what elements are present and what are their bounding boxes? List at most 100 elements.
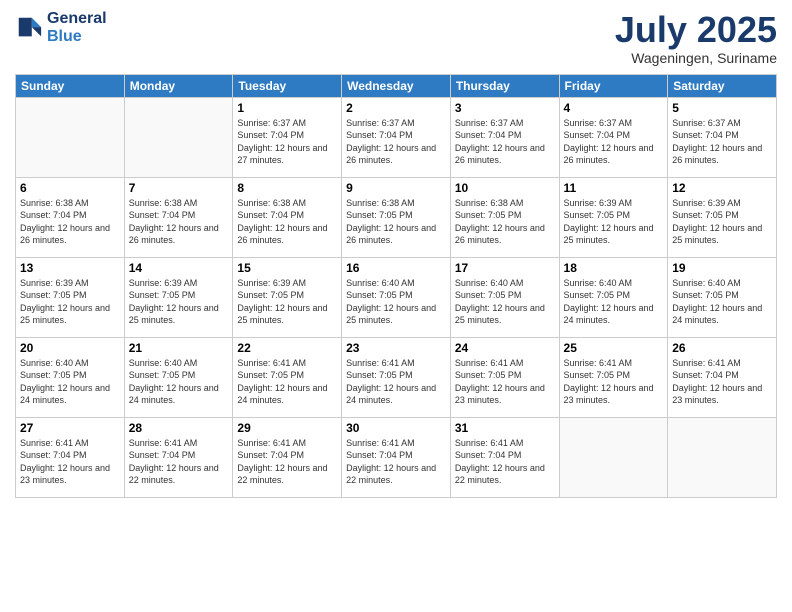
sunrise-text: Sunrise: 6:41 AM [237, 357, 337, 370]
calendar-cell: 31Sunrise: 6:41 AMSunset: 7:04 PMDayligh… [450, 417, 559, 497]
day-info: Sunrise: 6:40 AMSunset: 7:05 PMDaylight:… [129, 357, 229, 407]
day-number: 23 [346, 341, 446, 355]
calendar-cell: 2 Sunrise: 6:37 AMSunset: 7:04 PMDaylight… [342, 97, 451, 177]
calendar-cell: 10Sunrise: 6:38 AMSunset: 7:05 PMDayligh… [450, 177, 559, 257]
day-info: Sunrise: 6:39 AMSunset: 7:05 PMDaylight:… [237, 277, 337, 327]
calendar-cell: 8 Sunrise: 6:38 AMSunset: 7:04 PMDaylight… [233, 177, 342, 257]
sunset-text: Sunset: 7:04 PM [672, 369, 772, 382]
sunrise-text: Sunrise: 6:40 AM [672, 277, 772, 290]
day-info: Sunrise: 6:41 AMSunset: 7:04 PMDaylight:… [237, 437, 337, 487]
sunset-text: Sunset: 7:05 PM [20, 369, 120, 382]
day-number: 30 [346, 421, 446, 435]
calendar-cell: 24Sunrise: 6:41 AMSunset: 7:05 PMDayligh… [450, 337, 559, 417]
sunrise-text: Sunrise: 6:41 AM [564, 357, 664, 370]
header-wednesday: Wednesday [342, 74, 451, 97]
sunset-text: Sunset: 7:05 PM [237, 369, 337, 382]
day-number: 21 [129, 341, 229, 355]
day-number: 7 [129, 181, 229, 195]
sunrise-text: Sunrise: 6:39 AM [237, 277, 337, 290]
sunrise-text: Sunrise: 6:41 AM [672, 357, 772, 370]
daylight-text: Daylight: 12 hours and 24 minutes. [129, 382, 229, 407]
sunrise-text: Sunrise: 6:41 AM [237, 437, 337, 450]
sunset-text: Sunset: 7:04 PM [237, 209, 337, 222]
day-number: 24 [455, 341, 555, 355]
day-info: Sunrise: 6:37 AMSunset: 7:04 PMDaylight:… [455, 117, 555, 167]
sunrise-text: Sunrise: 6:38 AM [455, 197, 555, 210]
calendar-cell [559, 417, 668, 497]
day-number: 5 [672, 101, 772, 115]
day-info: Sunrise: 6:37 AMSunset: 7:04 PMDaylight:… [346, 117, 446, 167]
day-info: Sunrise: 6:41 AMSunset: 7:05 PMDaylight:… [346, 357, 446, 407]
sunrise-text: Sunrise: 6:37 AM [455, 117, 555, 130]
calendar-cell: 27Sunrise: 6:41 AMSunset: 7:04 PMDayligh… [16, 417, 125, 497]
day-number: 31 [455, 421, 555, 435]
day-number: 11 [564, 181, 664, 195]
day-info: Sunrise: 6:40 AMSunset: 7:05 PMDaylight:… [672, 277, 772, 327]
calendar-cell: 15 Sunrise: 6:39 AMSunset: 7:05 PMDayligh… [233, 257, 342, 337]
day-info: Sunrise: 6:37 AMSunset: 7:04 PMDaylight:… [564, 117, 664, 167]
day-info: Sunrise: 6:40 AMSunset: 7:05 PMDaylight:… [564, 277, 664, 327]
sunset-text: Sunset: 7:04 PM [455, 129, 555, 142]
day-info: Sunrise: 6:41 AMSunset: 7:04 PMDaylight:… [129, 437, 229, 487]
daylight-text: Daylight: 12 hours and 23 minutes. [672, 382, 772, 407]
calendar-cell [124, 97, 233, 177]
sunset-text: Sunset: 7:04 PM [237, 449, 337, 462]
day-info: Sunrise: 6:37 AMSunset: 7:04 PMDaylight:… [237, 117, 337, 167]
calendar-header-row: Sunday Monday Tuesday Wednesday Thursday… [16, 74, 777, 97]
daylight-text: Daylight: 12 hours and 22 minutes. [455, 462, 555, 487]
sunset-text: Sunset: 7:04 PM [237, 129, 337, 142]
calendar-cell: 21 Sunrise: 6:40 AMSunset: 7:05 PMDayligh… [124, 337, 233, 417]
daylight-text: Daylight: 12 hours and 24 minutes. [20, 382, 120, 407]
daylight-text: Daylight: 12 hours and 25 minutes. [455, 302, 555, 327]
sunrise-text: Sunrise: 6:38 AM [346, 197, 446, 210]
day-number: 8 [237, 181, 337, 195]
sunset-text: Sunset: 7:04 PM [20, 449, 120, 462]
sunrise-text: Sunrise: 6:41 AM [129, 437, 229, 450]
day-number: 22 [237, 341, 337, 355]
calendar-cell: 11Sunrise: 6:39 AMSunset: 7:05 PMDayligh… [559, 177, 668, 257]
sunset-text: Sunset: 7:05 PM [564, 369, 664, 382]
calendar-cell: 12Sunrise: 6:39 AMSunset: 7:05 PMDayligh… [668, 177, 777, 257]
sunrise-text: Sunrise: 6:40 AM [20, 357, 120, 370]
calendar-cell: 18 Sunrise: 6:40 AMSunset: 7:05 PMDayligh… [559, 257, 668, 337]
calendar-cell: 1Sunrise: 6:37 AMSunset: 7:04 PMDaylight… [233, 97, 342, 177]
sunset-text: Sunset: 7:04 PM [346, 129, 446, 142]
sunset-text: Sunset: 7:05 PM [129, 369, 229, 382]
day-info: Sunrise: 6:38 AMSunset: 7:04 PMDaylight:… [237, 197, 337, 247]
sunset-text: Sunset: 7:05 PM [346, 369, 446, 382]
day-number: 2 [346, 101, 446, 115]
subtitle: Wageningen, Suriname [615, 50, 777, 66]
day-info: Sunrise: 6:40 AMSunset: 7:05 PMDaylight:… [20, 357, 120, 407]
calendar-cell: 3Sunrise: 6:37 AMSunset: 7:04 PMDaylight… [450, 97, 559, 177]
calendar-cell: 20Sunrise: 6:40 AMSunset: 7:05 PMDayligh… [16, 337, 125, 417]
header-thursday: Thursday [450, 74, 559, 97]
day-info: Sunrise: 6:41 AMSunset: 7:05 PMDaylight:… [564, 357, 664, 407]
day-number: 18 [564, 261, 664, 275]
daylight-text: Daylight: 12 hours and 25 minutes. [346, 302, 446, 327]
calendar-cell: 22 Sunrise: 6:41 AMSunset: 7:05 PMDayligh… [233, 337, 342, 417]
day-info: Sunrise: 6:41 AMSunset: 7:05 PMDaylight:… [237, 357, 337, 407]
daylight-text: Daylight: 12 hours and 23 minutes. [20, 462, 120, 487]
daylight-text: Daylight: 12 hours and 22 minutes. [346, 462, 446, 487]
day-info: Sunrise: 6:38 AMSunset: 7:05 PMDaylight:… [346, 197, 446, 247]
daylight-text: Daylight: 12 hours and 26 minutes. [346, 222, 446, 247]
sunrise-text: Sunrise: 6:40 AM [346, 277, 446, 290]
header-tuesday: Tuesday [233, 74, 342, 97]
sunrise-text: Sunrise: 6:41 AM [20, 437, 120, 450]
sunset-text: Sunset: 7:04 PM [129, 449, 229, 462]
daylight-text: Daylight: 12 hours and 25 minutes. [672, 222, 772, 247]
daylight-text: Daylight: 12 hours and 25 minutes. [564, 222, 664, 247]
header-saturday: Saturday [668, 74, 777, 97]
sunrise-text: Sunrise: 6:39 AM [564, 197, 664, 210]
calendar-cell: 30Sunrise: 6:41 AMSunset: 7:04 PMDayligh… [342, 417, 451, 497]
sunrise-text: Sunrise: 6:38 AM [129, 197, 229, 210]
daylight-text: Daylight: 12 hours and 25 minutes. [237, 302, 337, 327]
sunset-text: Sunset: 7:04 PM [455, 449, 555, 462]
daylight-text: Daylight: 12 hours and 24 minutes. [346, 382, 446, 407]
calendar-cell: 13Sunrise: 6:39 AMSunset: 7:05 PMDayligh… [16, 257, 125, 337]
day-number: 15 [237, 261, 337, 275]
header-friday: Friday [559, 74, 668, 97]
calendar-cell: 29Sunrise: 6:41 AMSunset: 7:04 PMDayligh… [233, 417, 342, 497]
day-info: Sunrise: 6:40 AMSunset: 7:05 PMDaylight:… [455, 277, 555, 327]
day-info: Sunrise: 6:40 AMSunset: 7:05 PMDaylight:… [346, 277, 446, 327]
